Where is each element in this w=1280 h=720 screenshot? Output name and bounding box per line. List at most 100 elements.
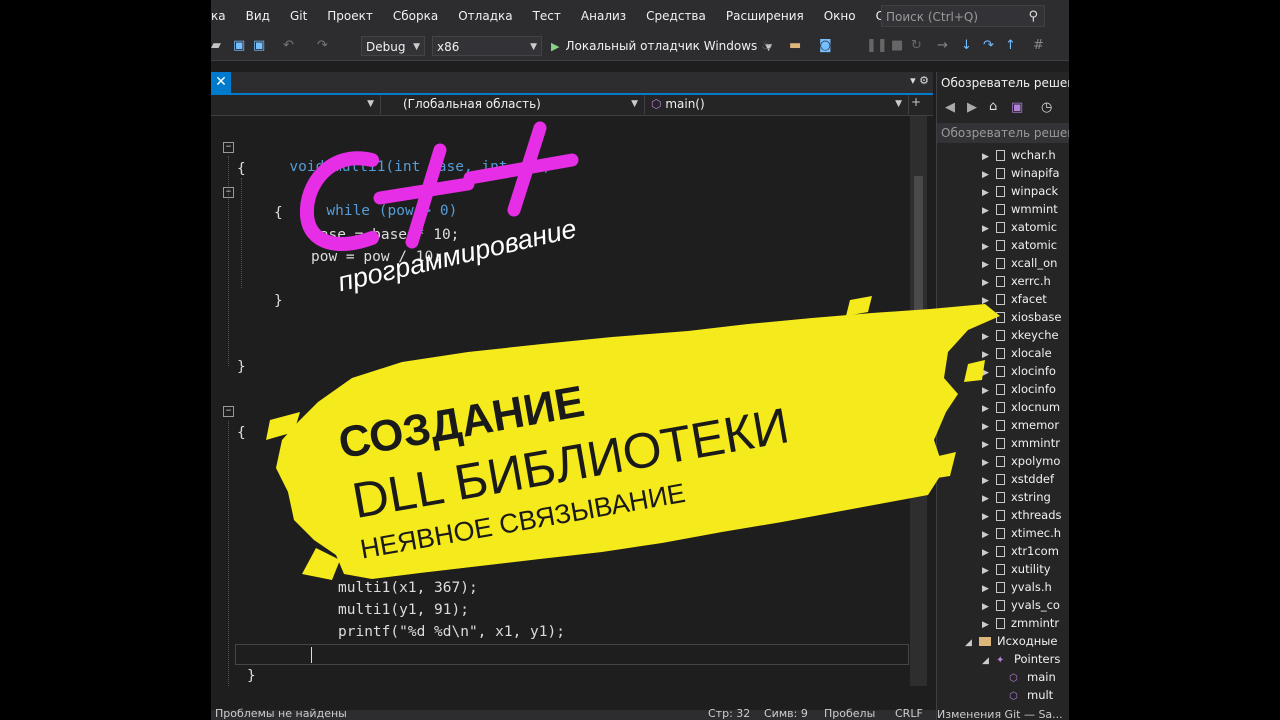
file-icon	[996, 294, 1005, 305]
code-line: {	[274, 205, 283, 221]
menu-extensions[interactable]: Расширения	[716, 0, 814, 32]
tree-item-file[interactable]: ▶ yvals.h	[982, 578, 1052, 596]
tree-item-file[interactable]: ▶ xatomic	[982, 218, 1057, 236]
stop-icon[interactable]: ■	[891, 38, 903, 53]
tab-overflow-icon[interactable]: ▾ ⚙	[910, 74, 929, 87]
tree-item-file[interactable]: ▶ xcall_on	[982, 254, 1057, 272]
play-icon: ▶	[551, 40, 560, 53]
forward-icon[interactable]: ▶	[967, 100, 977, 115]
file-icon	[996, 258, 1005, 269]
step-out-icon[interactable]: ↑	[1005, 38, 1016, 53]
fire-icon[interactable]: ♨	[761, 38, 773, 53]
tree-item-file[interactable]: ▶ xatomic	[982, 236, 1057, 254]
switch-views-icon[interactable]: ▣	[1011, 100, 1023, 115]
show-next-statement-icon[interactable]: →	[937, 38, 948, 53]
run-label: Локальный отладчик Windows	[565, 39, 758, 53]
tree-item-project[interactable]: ◢ ✦ Pointers	[982, 650, 1060, 668]
tree-item-file[interactable]: ▶ xlocale	[982, 344, 1052, 362]
tree-item-file[interactable]: ▶ yvals_co	[982, 596, 1060, 614]
open-folder-icon[interactable]: ▰	[211, 38, 221, 53]
menu-view[interactable]: Вид	[236, 0, 280, 32]
pause-icon[interactable]: ❚❚	[866, 38, 888, 53]
problems-status[interactable]: Проблемы не найдены	[215, 707, 347, 720]
tree-item-file[interactable]: ▶ xstddef	[982, 470, 1054, 488]
git-changes-tab[interactable]: Изменения Git — Sa...	[937, 708, 1069, 720]
tree-item-file[interactable]: ▶ xfacet	[982, 290, 1047, 308]
tree-item-file[interactable]: ▶ xstring	[982, 488, 1051, 506]
file-icon	[996, 492, 1005, 503]
tree-item-file[interactable]: ▶ xthreads	[982, 506, 1062, 524]
tree-item-file[interactable]: ▶ xmmintr	[982, 434, 1060, 452]
back-icon[interactable]: ◀	[945, 100, 955, 115]
menu-git[interactable]: Git	[280, 0, 317, 32]
save-all-icon[interactable]: ▣	[253, 38, 265, 53]
line-ending[interactable]: CRLF	[895, 707, 923, 720]
tree-item-folder[interactable]: ◢ Исходные	[965, 632, 1057, 650]
tree-item-file[interactable]: ▶ xpolymo	[982, 452, 1060, 470]
search-input[interactable]: Поиск (Ctrl+Q) ⚲	[881, 5, 1045, 27]
breakpoint-icon[interactable]: #	[1033, 38, 1044, 53]
menu-test[interactable]: Тест	[523, 0, 571, 32]
file-icon	[996, 330, 1005, 341]
tree-item-file[interactable]: ▶ winpack	[982, 182, 1058, 200]
undo-icon[interactable]: ↶	[283, 38, 294, 53]
tree-item-file[interactable]: ▶ xlocinfo	[982, 380, 1056, 398]
scope-dropdown[interactable]: (Глобальная область) ▼	[383, 95, 645, 114]
menu-window[interactable]: Окно	[814, 0, 866, 32]
tree-item-label: yvals_co	[1011, 598, 1060, 612]
solution-explorer: Обозреватель решений ◀ ▶ ⌂ ▣ ◷ Обозреват…	[936, 72, 1069, 720]
fold-toggle[interactable]: −	[223, 142, 234, 153]
screenshot-icon[interactable]: ◙	[819, 38, 832, 53]
folder-icon[interactable]: ▬	[789, 38, 801, 53]
tree-item-file[interactable]: ▶ wmmint	[982, 200, 1058, 218]
fold-toggle[interactable]: −	[223, 406, 234, 417]
menu-build[interactable]: Сборка	[383, 0, 448, 32]
platform-select[interactable]: x86 ▼	[432, 36, 542, 56]
project-dropdown[interactable]: ▼	[211, 95, 381, 114]
tree-item-file[interactable]: ▶ winapifa	[982, 164, 1060, 182]
project-icon: ✦	[996, 655, 1005, 666]
tree-item-file[interactable]: ▶ zmmintr	[982, 614, 1059, 632]
tree-item-file[interactable]: ▶ xmemor	[982, 416, 1059, 434]
redo-icon[interactable]: ↷	[317, 38, 328, 53]
tree-item-file[interactable]: ▶ wchar.h	[982, 146, 1056, 164]
step-into-icon[interactable]: ↓	[961, 38, 972, 53]
tree-item-file[interactable]: ▶ xkeyche	[982, 326, 1059, 344]
tree-item-member[interactable]: ⬡ mult	[1009, 686, 1053, 704]
configuration-select[interactable]: Debug ▼	[361, 36, 425, 56]
menu-file[interactable]: ка	[211, 0, 236, 32]
tree-item-file[interactable]: ▶ xiosbase	[982, 308, 1061, 326]
vertical-scrollbar[interactable]	[910, 116, 927, 686]
tree-item-label: yvals.h	[1011, 580, 1052, 594]
menu-project[interactable]: Проект	[317, 0, 383, 32]
whitespace-mode[interactable]: Пробелы	[824, 707, 875, 720]
tree-item-file[interactable]: ▶ xerrc.h	[982, 272, 1051, 290]
file-icon	[996, 546, 1005, 557]
menu-tools[interactable]: Средства	[636, 0, 716, 32]
code-line: {	[237, 425, 246, 441]
close-tab-button[interactable]: ✕	[211, 72, 231, 93]
tree-item-member[interactable]: ⬡ main	[1009, 668, 1056, 686]
scrollbar-thumb[interactable]	[914, 176, 923, 426]
history-icon[interactable]: ◷	[1041, 100, 1052, 115]
menu-debug[interactable]: Отладка	[448, 0, 522, 32]
tree-item-label: Pointers	[1014, 652, 1061, 666]
tree-item-file[interactable]: ▶ xutility	[982, 560, 1051, 578]
tree-item-label: wmmint	[1011, 202, 1058, 216]
step-over-icon[interactable]: ↷	[983, 38, 994, 53]
tree-item-file[interactable]: ▶ xtr1com	[982, 542, 1059, 560]
menu-analyze[interactable]: Анализ	[571, 0, 636, 32]
tree-item-file[interactable]: ▶ xtimec.h	[982, 524, 1061, 542]
restart-icon[interactable]: ↻	[911, 38, 922, 53]
split-icon[interactable]: +	[911, 95, 921, 109]
tree-item-file[interactable]: ▶ xlocnum	[982, 398, 1060, 416]
fold-toggle[interactable]: −	[223, 187, 234, 198]
solution-search-input[interactable]: Обозреватель решений	[937, 123, 1069, 143]
home-icon[interactable]: ⌂	[989, 99, 997, 114]
start-debugging-button[interactable]: ▶ Локальный отладчик Windows ▼	[551, 36, 772, 56]
tree-item-file[interactable]: ▶ xlocinfo	[982, 362, 1056, 380]
save-icon[interactable]: ▣	[233, 38, 245, 53]
tree-item-label: xthreads	[1011, 508, 1062, 522]
member-dropdown[interactable]: ⬡ main() ▼	[647, 95, 909, 114]
tree-item-label: xlocinfo	[1011, 382, 1056, 396]
